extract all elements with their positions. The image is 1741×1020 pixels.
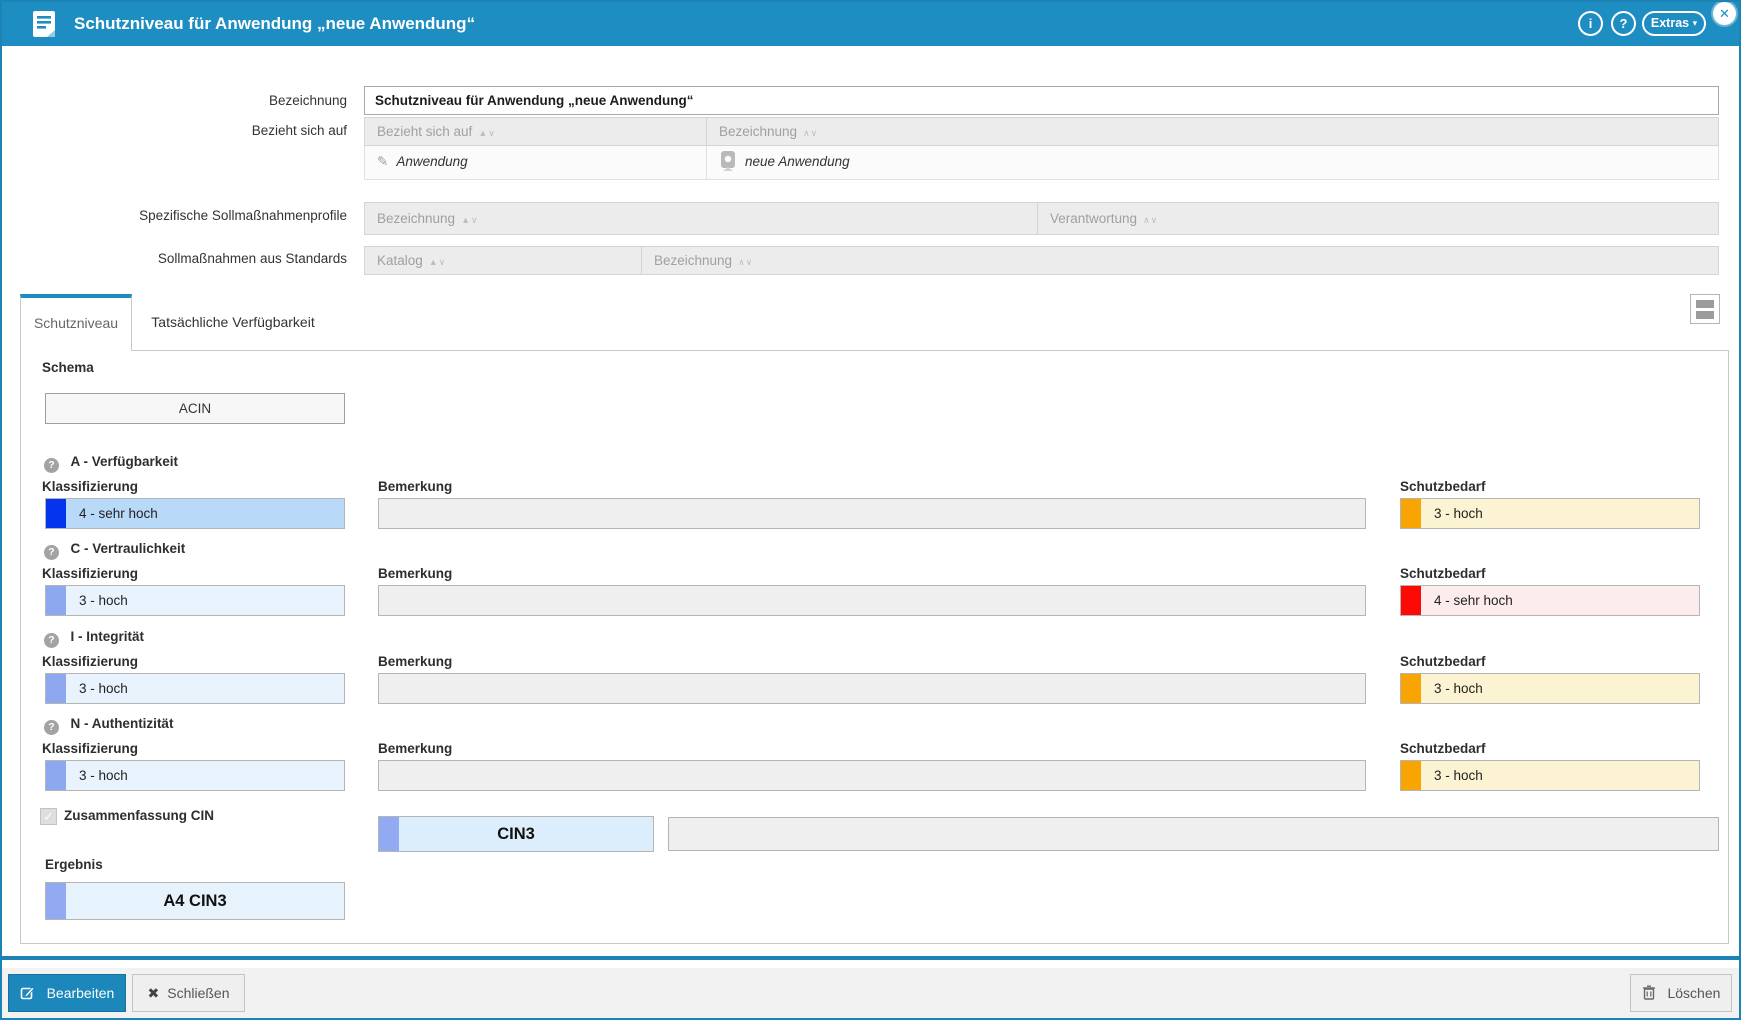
bemerkung-field[interactable] xyxy=(378,760,1366,791)
schema-label: Schema xyxy=(42,360,94,375)
document-icon xyxy=(32,10,57,44)
zusammenfassung-label: Zusammenfassung CIN xyxy=(64,808,214,823)
tab-schutzniveau[interactable]: Schutzniveau xyxy=(20,294,132,351)
list-view-button[interactable] xyxy=(1690,294,1720,324)
section-heading-n: ? N - Authentizität xyxy=(44,715,173,735)
bezeichnung-input[interactable] xyxy=(364,86,1719,115)
caret-down-icon: ▾ xyxy=(1693,18,1698,28)
schliessen-button[interactable]: ✖Schließen xyxy=(132,974,245,1012)
ergebnis-label: Ergebnis xyxy=(45,857,103,872)
help-circle-icon[interactable]: ? xyxy=(44,458,59,473)
list-bar-icon xyxy=(1696,300,1714,308)
klassifizierung-label: Klassifizierung xyxy=(42,566,138,581)
schutzbedarf-label: Schutzbedarf xyxy=(1400,479,1486,494)
trash-icon xyxy=(1642,987,1660,1003)
sort-arrows-icon: ▲∨ xyxy=(461,215,479,225)
sort-arrows-icon: ▲∨ xyxy=(429,257,447,267)
sort-arrows-icon: ∧∨ xyxy=(803,128,818,138)
help-circle-icon[interactable]: ? xyxy=(44,545,59,560)
bezieht-sich-auf-label: Bezieht sich auf xyxy=(2,123,347,138)
tab-tatsaechliche-verfuegbarkeit[interactable]: Tatsächliche Verfügbarkeit xyxy=(132,294,334,350)
list-bar-icon xyxy=(1696,311,1714,319)
sollmassnahmenprofile-table: Bezeichnung▲∨ Verantwortung∧∨ xyxy=(364,202,1719,235)
bemerkung-label: Bemerkung xyxy=(378,566,452,581)
table-row[interactable]: ✎Anwendung neue Anwendung xyxy=(364,146,1719,180)
pencil-icon: ✎ xyxy=(377,154,388,169)
classification-stripe xyxy=(46,674,66,703)
schutzbedarf-field[interactable]: 3 - hoch xyxy=(1400,760,1700,791)
bemerkung-field[interactable] xyxy=(378,673,1366,704)
schutzbedarf-field[interactable]: 4 - sehr hoch xyxy=(1400,585,1700,616)
schema-acin-button[interactable]: ACIN xyxy=(45,393,345,424)
column-header-bezeichnung[interactable]: Bezeichnung∧∨ xyxy=(707,117,1719,146)
column-header-bezeichnung[interactable]: Bezeichnung▲∨ xyxy=(364,202,1038,235)
info-icon[interactable]: i xyxy=(1578,11,1603,36)
bemerkung-label: Bemerkung xyxy=(378,479,452,494)
summary-stripe xyxy=(379,817,399,851)
bemerkung-label: Bemerkung xyxy=(378,741,452,756)
column-header-verantwortung[interactable]: Verantwortung∧∨ xyxy=(1038,202,1719,235)
klassifizierung-label: Klassifizierung xyxy=(42,741,138,756)
row-type-cell[interactable]: ✎Anwendung xyxy=(364,146,707,180)
schutzbedarf-field[interactable]: 3 - hoch xyxy=(1400,498,1700,529)
schutzbedarf-field[interactable]: 3 - hoch xyxy=(1400,673,1700,704)
bemerkung-field[interactable] xyxy=(378,585,1366,616)
protection-stripe xyxy=(1401,761,1421,790)
schutzbedarf-label: Schutzbedarf xyxy=(1400,654,1486,669)
section-heading-c: ? C - Vertraulichkeit xyxy=(44,540,185,560)
section-heading-a: ? A - Verfügbarkeit xyxy=(44,453,178,473)
klassifizierung-field[interactable]: 4 - sehr hoch xyxy=(45,498,345,529)
sollmassnahmen-standards-label: Sollmaßnahmen aus Standards xyxy=(2,251,347,266)
zusammenfassung-checkbox[interactable]: ✓ xyxy=(40,808,57,825)
classification-stripe xyxy=(46,761,66,790)
schutzbedarf-label: Schutzbedarf xyxy=(1400,741,1486,756)
close-x-icon: ✖ xyxy=(148,985,160,1001)
bezieht-sich-auf-table: Bezieht sich auf▲∨ Bezeichnung∧∨ ✎Anwend… xyxy=(364,117,1719,180)
tab-content-panel xyxy=(20,350,1729,944)
footer-bar xyxy=(2,960,1739,1018)
bezeichnung-label: Bezeichnung xyxy=(2,93,347,108)
close-window-button[interactable]: ✕ xyxy=(1713,2,1736,25)
help-circle-icon[interactable]: ? xyxy=(44,720,59,735)
edit-pencil-icon xyxy=(20,987,39,1003)
klassifizierung-label: Klassifizierung xyxy=(42,479,138,494)
extras-menu-button[interactable]: Extras ▾ xyxy=(1642,11,1706,36)
classification-stripe xyxy=(46,499,66,528)
sort-arrows-icon: ∧∨ xyxy=(738,257,753,267)
ergebnis-field[interactable]: A4 CIN3 xyxy=(45,882,345,920)
protection-stripe xyxy=(1401,674,1421,703)
classification-stripe xyxy=(46,586,66,615)
app-window: Schutzniveau für Anwendung „neue Anwendu… xyxy=(0,0,1741,1020)
bearbeiten-button[interactable]: Bearbeiten xyxy=(8,974,126,1012)
schutzbedarf-label: Schutzbedarf xyxy=(1400,566,1486,581)
klassifizierung-field[interactable]: 3 - hoch xyxy=(45,673,345,704)
bemerkung-field[interactable] xyxy=(378,498,1366,529)
sollmassnahmenprofile-label: Spezifische Sollmaßnahmenprofile xyxy=(2,208,347,223)
ergebnis-stripe xyxy=(46,883,66,919)
bemerkung-label: Bemerkung xyxy=(378,654,452,669)
cin-summary-field[interactable]: CIN3 xyxy=(378,816,654,852)
klassifizierung-field[interactable]: 3 - hoch xyxy=(45,760,345,791)
row-name-cell[interactable]: neue Anwendung xyxy=(707,146,1719,180)
help-circle-icon[interactable]: ? xyxy=(44,633,59,648)
section-heading-i: ? I - Integrität xyxy=(44,628,144,648)
application-icon xyxy=(719,150,737,184)
column-header-bezeichnung[interactable]: Bezeichnung∧∨ xyxy=(642,246,1719,275)
window-title: Schutzniveau für Anwendung „neue Anwendu… xyxy=(74,2,475,46)
help-icon[interactable]: ? xyxy=(1611,11,1636,36)
klassifizierung-label: Klassifizierung xyxy=(42,654,138,669)
sort-arrows-icon: ∧∨ xyxy=(1143,215,1158,225)
cin-summary-remark-field[interactable] xyxy=(668,817,1719,851)
column-header-katalog[interactable]: Katalog▲∨ xyxy=(364,246,642,275)
sort-arrows-icon: ▲∨ xyxy=(478,128,496,138)
protection-stripe xyxy=(1401,586,1421,615)
column-header-bezieht-sich-auf[interactable]: Bezieht sich auf▲∨ xyxy=(364,117,707,146)
sollmassnahmen-standards-table: Katalog▲∨ Bezeichnung∧∨ xyxy=(364,246,1719,275)
protection-stripe xyxy=(1401,499,1421,528)
klassifizierung-field[interactable]: 3 - hoch xyxy=(45,585,345,616)
title-bar: Schutzniveau für Anwendung „neue Anwendu… xyxy=(2,2,1739,46)
loeschen-button[interactable]: Löschen xyxy=(1630,974,1732,1012)
